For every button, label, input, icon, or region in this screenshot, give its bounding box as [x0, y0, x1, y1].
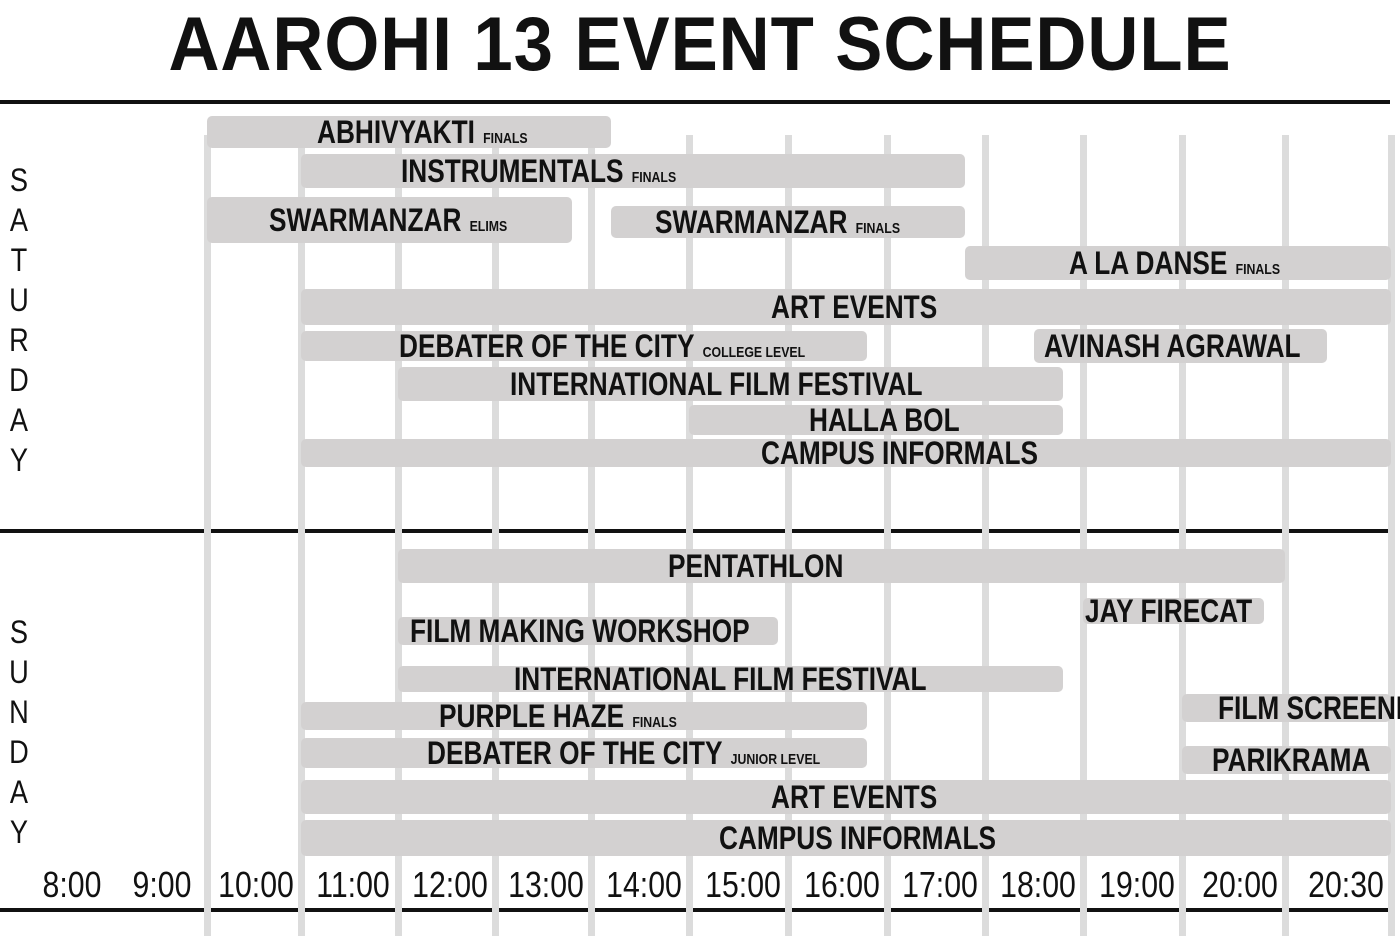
day-letter: S: [9, 614, 29, 650]
event-name: AVINASH AGRAWAL: [1044, 328, 1301, 364]
event-label: INTERNATIONAL FILM FESTIVAL: [510, 364, 923, 404]
day-letter: Y: [9, 442, 29, 478]
event-name: CAMPUS INFORMALS: [761, 435, 1038, 471]
event-label: CAMPUS INFORMALS: [761, 433, 1038, 473]
event-name: DEBATER OF THE CITY: [399, 328, 695, 364]
event-name: PURPLE HAZE: [439, 698, 625, 734]
event-note: FINALS: [855, 220, 900, 237]
day-letter: N: [9, 694, 29, 730]
day-letter: D: [9, 362, 29, 398]
event-label: SWARMANZAR ELIMS: [269, 200, 507, 240]
event-name: PENTATHLON: [668, 548, 844, 584]
time-tick-label: 8:00: [42, 864, 102, 905]
time-tick-label: 14:00: [606, 864, 682, 905]
event-note: ELIMS: [469, 218, 508, 235]
time-tick-label: 13:00: [508, 864, 584, 905]
grid-line: [395, 135, 402, 936]
event-name: SWARMANZAR: [654, 204, 847, 240]
time-tick-label: 9:00: [132, 864, 192, 905]
day-letter: T: [10, 242, 28, 278]
grid-line: [686, 135, 693, 936]
page-title: AAROHI 13 EVENT SCHEDULE: [168, 2, 1232, 87]
event-label: CAMPUS INFORMALS: [719, 818, 996, 858]
day-letter: U: [9, 654, 29, 690]
event-label: DEBATER OF THE CITY JUNIOR LEVEL: [427, 733, 820, 773]
time-tick-label: 19:00: [1099, 864, 1175, 905]
day-letter: Y: [9, 814, 29, 850]
event-label: SWARMANZAR FINALS: [655, 202, 900, 242]
grid-line: [204, 135, 211, 936]
event-name: A LA DANSE: [1069, 245, 1228, 281]
event-name: ABHIVYAKTI: [317, 114, 475, 150]
event-label: PARIKRAMA: [1212, 740, 1370, 780]
grid-line: [588, 135, 595, 936]
event-label: PENTATHLON: [668, 546, 843, 586]
event-label: FILM SCREENING: [1218, 688, 1400, 728]
event-note: FINALS: [483, 130, 528, 147]
top-divider: [0, 100, 1390, 104]
event-label: AVINASH AGRAWAL: [1044, 326, 1301, 366]
event-name: PARIKRAMA: [1212, 742, 1371, 778]
event-note: FINALS: [631, 169, 677, 186]
event-label: INSTRUMENTALS FINALS: [401, 151, 676, 191]
event-label: INTERNATIONAL FILM FESTIVAL: [514, 659, 927, 699]
event-label: PURPLE HAZE FINALS: [439, 696, 677, 736]
event-note: JUNIOR LEVEL: [730, 751, 821, 768]
time-tick-label: 18:00: [1000, 864, 1076, 905]
event-label: FILM MAKING WORKSHOP: [410, 611, 750, 651]
event-label: ABHIVYAKTI FINALS: [317, 112, 528, 152]
event-name: ART EVENTS: [771, 289, 938, 325]
event-note: FINALS: [632, 714, 677, 731]
time-tick-label: 11:00: [316, 864, 390, 905]
time-tick-label: 15:00: [705, 864, 781, 905]
event-name: FILM SCREENING: [1218, 690, 1400, 726]
event-label: JAY FIRECAT: [1085, 591, 1252, 631]
day-letter: A: [9, 402, 29, 438]
event-name: JAY FIRECAT: [1085, 593, 1253, 629]
event-label: A LA DANSE FINALS: [1069, 243, 1280, 283]
event-name: INSTRUMENTALS: [401, 153, 624, 189]
day-letter: D: [9, 734, 29, 770]
time-tick-label: 12:00: [412, 864, 488, 905]
event-name: FILM MAKING WORKSHOP: [410, 613, 750, 649]
event-name: CAMPUS INFORMALS: [719, 820, 996, 856]
grid-line: [492, 135, 499, 936]
event-note: FINALS: [1236, 261, 1281, 278]
time-tick-label: 20:30: [1308, 864, 1384, 905]
day-letter: S: [9, 162, 29, 198]
event-label: ART EVENTS: [771, 777, 937, 817]
event-label: ART EVENTS: [771, 287, 937, 327]
event-label: DEBATER OF THE CITY COLLEGE LEVEL: [399, 326, 805, 366]
day-letter: A: [9, 774, 29, 810]
time-tick-label: 20:00: [1202, 864, 1278, 905]
time-tick-label: 17:00: [902, 864, 978, 905]
time-tick-label: 10:00: [218, 864, 294, 905]
event-name: SWARMANZAR: [269, 202, 462, 238]
grid-line: [298, 135, 305, 936]
event-name: DEBATER OF THE CITY: [427, 735, 723, 771]
day-letter: A: [9, 202, 29, 238]
time-tick-label: 16:00: [804, 864, 880, 905]
event-note: COLLEGE LEVEL: [702, 344, 806, 361]
event-name: INTERNATIONAL FILM FESTIVAL: [510, 366, 923, 402]
event-name: INTERNATIONAL FILM FESTIVAL: [514, 661, 927, 697]
event-name: ART EVENTS: [771, 779, 938, 815]
day-letter: R: [9, 322, 29, 358]
day-letter: U: [9, 282, 29, 318]
